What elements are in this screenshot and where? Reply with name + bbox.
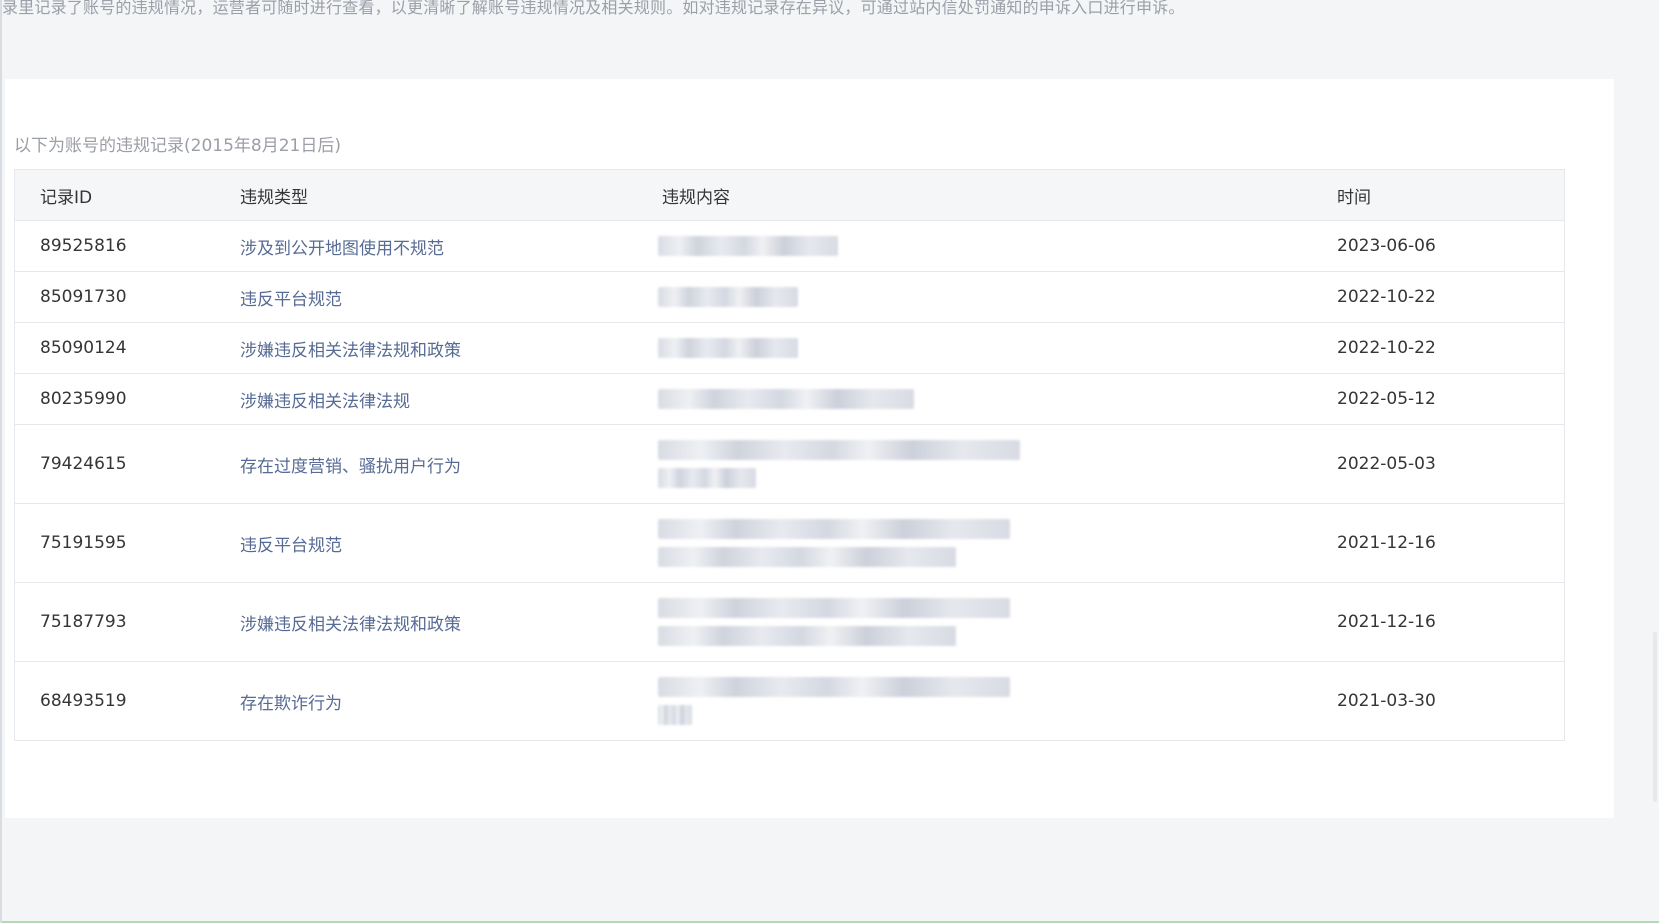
- record-id: 80235990: [14, 373, 240, 425]
- violation-content-redacted: [658, 503, 1337, 583]
- violation-content-redacted: [658, 373, 1337, 425]
- table-row: 79424615 存在过度营销、骚扰用户行为 2022-05-03: [14, 424, 1565, 504]
- violation-content-redacted: [658, 220, 1337, 272]
- record-id: 75187793: [14, 582, 240, 662]
- table-row: 85090124 涉嫌违反相关法律法规和政策 2022-10-22: [14, 322, 1565, 374]
- scrollbar[interactable]: [1653, 632, 1657, 802]
- table-row: 85091730 违反平台规范 2022-10-22: [14, 271, 1565, 323]
- table-row: 89525816 涉及到公开地图使用不规范 2023-06-06: [14, 220, 1565, 272]
- table-row: 75187793 涉嫌违反相关法律法规和政策 2021-12-16: [14, 582, 1565, 662]
- record-id: 68493519: [40, 691, 127, 711]
- record-time: 2023-06-06: [1337, 220, 1565, 272]
- record-time: 2021-03-30: [1337, 691, 1436, 711]
- record-time: 2021-12-16: [1337, 582, 1565, 662]
- record-id: 85090124: [14, 322, 240, 374]
- record-id: 79424615: [14, 424, 240, 504]
- violation-type-link[interactable]: 涉嫌违反相关法律法规和政策: [240, 341, 461, 361]
- violation-type-link[interactable]: 涉嫌违反相关法律法规和政策: [240, 615, 461, 635]
- records-subtitle: 以下为账号的违规记录(2015年8月21日后): [14, 136, 341, 156]
- violation-content-redacted: [658, 582, 1337, 662]
- table-row: 80235990 涉嫌违反相关法律法规 2022-05-12: [14, 373, 1565, 425]
- violation-content-redacted: [658, 424, 1337, 504]
- record-time: 2022-05-03: [1337, 424, 1565, 504]
- header-record-id: 记录ID: [14, 169, 240, 221]
- violation-type-link[interactable]: 涉嫌违反相关法律法规: [240, 392, 410, 412]
- header-time: 时间: [1337, 169, 1565, 221]
- record-time: 2022-05-12: [1337, 373, 1565, 425]
- table-row: 75191595 违反平台规范 2021-12-16: [14, 503, 1565, 583]
- records-panel: 以下为账号的违规记录(2015年8月21日后) 记录ID 违规类型 违规内容 时…: [5, 79, 1614, 818]
- violation-content-redacted: [658, 662, 1337, 741]
- record-time: 2022-10-22: [1337, 322, 1565, 374]
- violation-content-redacted: [658, 322, 1337, 374]
- violation-records-page: 录里记录了账号的违规情况，运营者可随时进行查看，以更清晰了解账号违规情况及相关规…: [0, 0, 1659, 923]
- violation-type-link[interactable]: 违反平台规范: [240, 536, 342, 556]
- violation-records-table: 记录ID 违规类型 违规内容 时间 89525816 涉及到公开地图使用不规范 …: [14, 169, 1565, 741]
- violation-content-redacted: [658, 271, 1337, 323]
- record-time: 2022-10-22: [1337, 271, 1565, 323]
- header-violation-type: 违规类型: [240, 169, 662, 221]
- header-violation-content: 违规内容: [662, 169, 1337, 221]
- record-id: 75191595: [14, 503, 240, 583]
- violation-type-link[interactable]: 违反平台规范: [240, 290, 342, 310]
- record-id: 85091730: [14, 271, 240, 323]
- table-row: 68493519 存在欺诈行为 2021-03-30: [15, 662, 1565, 741]
- violation-type-link[interactable]: 存在过度营销、骚扰用户行为: [240, 457, 461, 477]
- record-time: 2021-12-16: [1337, 503, 1565, 583]
- table-header: 记录ID 违规类型 违规内容 时间: [14, 169, 1565, 221]
- notice-text: 录里记录了账号的违规情况，运营者可随时进行查看，以更清晰了解账号违规情况及相关规…: [2, 0, 1185, 17]
- record-id: 89525816: [14, 220, 240, 272]
- violation-type-link[interactable]: 存在欺诈行为: [240, 694, 342, 714]
- violation-type-link[interactable]: 涉及到公开地图使用不规范: [240, 239, 444, 259]
